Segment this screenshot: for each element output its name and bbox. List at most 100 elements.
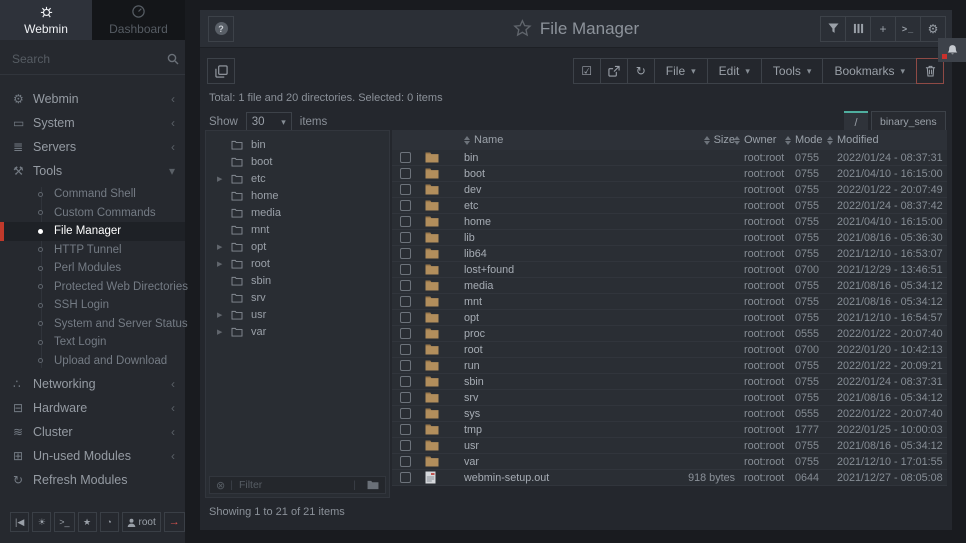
sidebar-item-command-shell[interactable]: Command Shell	[0, 185, 185, 204]
row-checkbox[interactable]	[400, 152, 411, 163]
row-checkbox[interactable]	[400, 344, 411, 355]
sidebar-item-networking[interactable]: ∴ Networking ‹	[0, 372, 185, 396]
tree-item-srv[interactable]: srv	[206, 289, 389, 306]
column-header-name[interactable]: Name	[456, 134, 644, 146]
shell-button[interactable]: >_	[54, 512, 74, 532]
tree-item-boot[interactable]: boot	[206, 153, 389, 170]
row-checkbox[interactable]	[400, 184, 411, 195]
tree-item-etc[interactable]: ▶ etc	[206, 170, 389, 187]
table-row-media[interactable]: media root:root 0755 2021/08/16 - 05:34:…	[392, 278, 947, 294]
stats-pie-button[interactable]: ◔	[100, 512, 119, 532]
row-checkbox[interactable]	[400, 264, 411, 275]
row-checkbox[interactable]	[400, 232, 411, 243]
terminal-button[interactable]: >_	[895, 16, 921, 42]
table-row-opt[interactable]: opt root:root 0755 2021/12/10 - 16:54:57	[392, 310, 947, 326]
sidebar-item-servers[interactable]: ≣ Servers ‹	[0, 135, 185, 159]
folder-select-icon[interactable]	[367, 480, 379, 490]
tools-menu-button[interactable]: Tools▾	[761, 58, 824, 84]
tree-filter-input[interactable]	[239, 479, 353, 491]
sidebar-item-ssh-login[interactable]: SSH Login	[0, 296, 185, 315]
table-row-boot[interactable]: boot root:root 0755 2021/04/10 - 16:15:0…	[392, 166, 947, 182]
sidebar-item-refresh-modules[interactable]: ↻ Refresh Modules	[0, 468, 185, 492]
row-checkbox[interactable]	[400, 168, 411, 179]
table-row-proc[interactable]: proc root:root 0555 2022/01/22 - 20:07:4…	[392, 326, 947, 342]
clone-tab-button[interactable]	[207, 58, 235, 84]
expander-icon[interactable]: ▶	[217, 328, 231, 336]
table-row-lib64[interactable]: lib64 root:root 0755 2021/12/10 - 16:53:…	[392, 246, 947, 262]
items-per-page-select[interactable]: 30 ▾	[246, 112, 292, 132]
table-row-srv[interactable]: srv root:root 0755 2021/08/16 - 05:34:12	[392, 390, 947, 406]
file-menu-button[interactable]: File▾	[654, 58, 708, 84]
tree-item-sbin[interactable]: sbin	[206, 272, 389, 289]
sidebar-item-webmin[interactable]: ⚙ Webmin ‹	[0, 87, 185, 111]
row-checkbox[interactable]	[400, 328, 411, 339]
table-row-mnt[interactable]: mnt root:root 0755 2021/08/16 - 05:34:12	[392, 294, 947, 310]
star-outline-icon[interactable]	[513, 19, 532, 38]
row-checkbox[interactable]	[400, 248, 411, 259]
table-row-home[interactable]: home root:root 0755 2021/04/10 - 16:15:0…	[392, 214, 947, 230]
row-checkbox[interactable]	[400, 392, 411, 403]
tree-item-mnt[interactable]: mnt	[206, 221, 389, 238]
sidebar-item-http-tunnel[interactable]: HTTP Tunnel	[0, 241, 185, 260]
collapse-sidebar-button[interactable]: |◀	[10, 512, 29, 532]
expander-icon[interactable]: ▶	[217, 260, 231, 268]
table-row-root[interactable]: root root:root 0700 2022/01/20 - 10:42:1…	[392, 342, 947, 358]
logout-button[interactable]: →	[164, 512, 185, 532]
sidebar-item-tools[interactable]: ⚒ Tools ▾	[0, 159, 185, 183]
row-checkbox[interactable]	[400, 424, 411, 435]
edit-menu-button[interactable]: Edit▾	[707, 58, 762, 84]
tree-item-var[interactable]: ▶ var	[206, 323, 389, 340]
expander-icon[interactable]: ▶	[217, 175, 231, 183]
tab-webmin[interactable]: Webmin	[0, 0, 92, 40]
row-checkbox[interactable]	[400, 440, 411, 451]
sidebar-item-system-and-server-status[interactable]: System and Server Status	[0, 315, 185, 334]
expander-icon[interactable]: ▶	[217, 243, 231, 251]
help-button[interactable]: ?	[208, 16, 234, 42]
table-row-sbin[interactable]: sbin root:root 0755 2022/01/24 - 08:37:3…	[392, 374, 947, 390]
refresh-button[interactable]: ↻	[627, 58, 655, 84]
sidebar-item-file-manager[interactable]: File Manager	[0, 222, 185, 241]
table-row-lost+found[interactable]: lost+found root:root 0700 2021/12/29 - 1…	[392, 262, 947, 278]
tree-item-bin[interactable]: bin	[206, 136, 389, 153]
row-checkbox[interactable]	[400, 200, 411, 211]
expander-icon[interactable]: ▶	[217, 311, 231, 319]
row-checkbox[interactable]	[400, 360, 411, 371]
search-input[interactable]	[12, 52, 167, 66]
columns-button[interactable]	[845, 16, 871, 42]
user-button[interactable]: root	[122, 512, 161, 532]
table-row-sys[interactable]: sys root:root 0555 2022/01/22 - 20:07:40	[392, 406, 947, 422]
add-button[interactable]: +	[870, 16, 896, 42]
table-row-var[interactable]: var root:root 0755 2021/12/10 - 17:01:55	[392, 454, 947, 470]
table-row-etc[interactable]: etc root:root 0755 2022/01/24 - 08:37:42	[392, 198, 947, 214]
tree-item-media[interactable]: media	[206, 204, 389, 221]
row-checkbox[interactable]	[400, 280, 411, 291]
row-checkbox[interactable]	[400, 312, 411, 323]
sidebar-item-text-login[interactable]: Text Login	[0, 333, 185, 352]
tree-item-home[interactable]: home	[206, 187, 389, 204]
sidebar-item-cluster[interactable]: ≋ Cluster ‹	[0, 420, 185, 444]
table-row-usr[interactable]: usr root:root 0755 2021/08/16 - 05:34:12	[392, 438, 947, 454]
table-row-lib[interactable]: lib root:root 0755 2021/08/16 - 05:36:30	[392, 230, 947, 246]
sidebar-item-system[interactable]: ▭ System ‹	[0, 111, 185, 135]
sidebar-item-hardware[interactable]: ⊟ Hardware ‹	[0, 396, 185, 420]
tree-item-opt[interactable]: ▶ opt	[206, 238, 389, 255]
sidebar-item-upload-and-download[interactable]: Upload and Download	[0, 352, 185, 371]
table-row-tmp[interactable]: tmp root:root 1777 2022/01/25 - 10:00:03	[392, 422, 947, 438]
table-row-bin[interactable]: bin root:root 0755 2022/01/24 - 08:37:31	[392, 150, 947, 166]
select-all-button[interactable]: ☑	[573, 58, 601, 84]
row-checkbox[interactable]	[400, 472, 411, 483]
column-header-modified[interactable]: Modified	[827, 134, 947, 146]
row-checkbox[interactable]	[400, 376, 411, 387]
table-row-run[interactable]: run root:root 0755 2022/01/22 - 20:09:21	[392, 358, 947, 374]
row-checkbox[interactable]	[400, 216, 411, 227]
sidebar-item-un-used-modules[interactable]: ⊞ Un-used Modules ‹	[0, 444, 185, 468]
favorites-button[interactable]: ★	[78, 512, 97, 532]
row-checkbox[interactable]	[400, 408, 411, 419]
row-checkbox[interactable]	[400, 456, 411, 467]
table-row-dev[interactable]: dev root:root 0755 2022/01/22 - 20:07:49	[392, 182, 947, 198]
sidebar-item-perl-modules[interactable]: Perl Modules	[0, 259, 185, 278]
row-checkbox[interactable]	[400, 296, 411, 307]
tab-dashboard[interactable]: Dashboard	[92, 0, 185, 40]
tree-item-usr[interactable]: ▶ usr	[206, 306, 389, 323]
column-header-size[interactable]: Size	[644, 134, 744, 146]
